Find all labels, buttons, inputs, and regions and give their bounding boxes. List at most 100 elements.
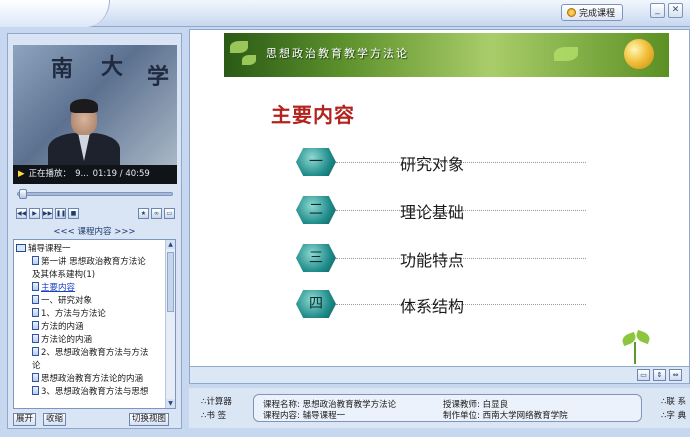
player-controls: ◀◀ ▶ ▶▶ ❚❚ ■ ★ ∞ ▭ [14, 208, 178, 221]
tree-item[interactable]: 思想政治教育方法论的内涵 [32, 372, 143, 384]
outline-label: 理论基础 [400, 203, 465, 222]
tree-item[interactable]: 1、方法与方法论 [32, 307, 106, 319]
top-tab [0, 0, 110, 27]
hexagon-number: 三 [296, 244, 336, 272]
slide-area: 思想政治教育教学方法论 主要内容 一 研究对象 二 理论基础 三 功能特点 四 … [189, 29, 690, 367]
course-content-heading: <<< 课程内容 >>> [53, 227, 136, 237]
page-leftright-icon[interactable]: ⇔ [669, 369, 682, 381]
wall-char: 学 [147, 64, 170, 90]
leaf-decoration [554, 47, 578, 61]
finish-course-label: 完成课程 [579, 9, 616, 19]
tree-scrollbar[interactable]: ▲ ▼ [165, 240, 175, 408]
tree-item[interactable]: 一、研究对象 [32, 294, 92, 306]
collapse-button[interactable]: 收缩 [43, 413, 67, 426]
expand-button[interactable]: 展开 [13, 413, 37, 426]
stop-icon[interactable]: ■ [68, 208, 79, 219]
document-icon [32, 321, 39, 330]
finish-course-button[interactable]: 完成课程 [561, 4, 623, 21]
leaf-decoration [230, 41, 248, 53]
play-icon[interactable]: ▶ [29, 208, 40, 219]
tree-item-label: 主要内容 [41, 283, 76, 293]
tree-item[interactable]: 辅导课程一 [16, 242, 71, 254]
course-info-bar: ∴计算器 ∴书 签 课程名称: 思想政治教育教学方法论 课程内容: 辅导课程一 … [189, 388, 690, 428]
contact-label: 联 系 [666, 397, 687, 407]
outline-row: 二 理论基础 [296, 196, 586, 226]
close-button[interactable]: ✕ [668, 3, 683, 18]
forward-icon[interactable]: ▶▶ [42, 208, 53, 219]
sprout-leaf [634, 329, 652, 345]
tree-item[interactable]: 第一讲 思想政治教育方法论 [32, 255, 146, 267]
hexagon-number: 四 [296, 290, 336, 318]
tree-item-label: 方法论的内涵 [41, 335, 93, 345]
course-info-box: 课程名称: 思想政治教育教学方法论 课程内容: 辅导课程一 授课教师: 白显良 … [253, 394, 642, 422]
tree-item[interactable]: 论 [32, 359, 41, 371]
document-icon [32, 295, 39, 304]
top-toolbar: 完成课程 _ ✕ [0, 0, 690, 27]
outline-row: 四 体系结构 [296, 290, 586, 320]
tree-item[interactable]: 及其体系建构(1) [32, 268, 95, 280]
document-icon [32, 256, 39, 265]
outline-label: 体系结构 [400, 297, 465, 316]
wall-char: 大 [101, 54, 124, 80]
scroll-up-icon[interactable]: ▲ [166, 240, 175, 249]
page-updown-icon[interactable]: ⇕ [653, 369, 666, 381]
slide-nav-bar: ▭ ⇕ ⇔ [189, 367, 690, 384]
switch-view-button[interactable]: 切换视图 [129, 413, 170, 426]
bookmark-label: 书 签 [206, 411, 227, 421]
bookmark-link[interactable]: ∴书 签 [201, 409, 226, 421]
pause-icon[interactable]: ❚❚ [55, 208, 66, 219]
slide-title: 主要内容 [271, 103, 355, 127]
tree-item-label: 3、思想政治教育方法与思想 [41, 387, 149, 397]
dictionary-link[interactable]: ∴字 典 [661, 409, 686, 421]
tree-buttons: 展开 收缩 切换视图 [13, 413, 178, 426]
tree-item-label: 1、方法与方法论 [41, 309, 106, 319]
document-icon [32, 334, 39, 343]
hexagon-number: 二 [296, 196, 336, 224]
rewind-icon[interactable]: ◀◀ [16, 208, 27, 219]
calculator-link[interactable]: ∴计算器 [201, 395, 232, 407]
window-mode-icon[interactable]: ▭ [637, 369, 650, 381]
tree-item-label: 及其体系建构(1) [32, 270, 96, 280]
scroll-thumb[interactable] [167, 252, 174, 312]
book-icon [16, 244, 26, 252]
tree-item-label: 论 [32, 361, 41, 371]
production-unit: 制作单位: 西南大学网络教育学院 [443, 411, 568, 421]
contact-link[interactable]: ∴联 系 [661, 395, 686, 407]
star-icon[interactable]: ★ [138, 208, 149, 219]
tree-item[interactable]: 2、思想政治教育方法与方法 [32, 346, 148, 358]
seek-bar[interactable] [17, 189, 173, 199]
playback-status: ▶ 正在播放： 9... 01:19 / 40:59 [13, 165, 177, 184]
globe-icon [624, 39, 654, 69]
tree-item[interactable]: 方法论的内涵 [32, 333, 92, 345]
tree-item[interactable]: 方法的内涵 [32, 320, 84, 332]
document-icon [32, 373, 39, 382]
tree-item[interactable]: 主要内容 [32, 281, 75, 293]
video-player[interactable]: 南 大 学 ▶ 正在播放： 9... 01:19 / 40:59 [13, 45, 177, 184]
left-panel: 南 大 学 ▶ 正在播放： 9... 01:19 / 40:59 ◀◀ ▶ ▶▶… [7, 33, 182, 429]
seek-handle[interactable] [19, 189, 27, 199]
slide-banner: 思想政治教育教学方法论 [224, 33, 669, 77]
loop-icon[interactable]: ∞ [151, 208, 162, 219]
document-icon [32, 347, 39, 356]
status-text: 9... [75, 169, 89, 179]
sprout-decoration [620, 329, 652, 366]
play-indicator-icon: ▶ [18, 169, 25, 179]
outline-row: 三 功能特点 [296, 244, 586, 274]
tree-item-label: 辅导课程一 [28, 244, 71, 254]
calculator-label: 计算器 [206, 397, 232, 407]
tree-item[interactable]: 3、思想政治教育方法与思想 [32, 385, 148, 397]
star-icon [567, 8, 576, 17]
fullscreen-icon[interactable]: ▭ [164, 208, 175, 219]
minimize-button[interactable]: _ [650, 3, 665, 18]
tree-item-label: 2、思想政治教育方法与方法 [41, 348, 149, 358]
tree-item-label: 思想政治教育方法论的内涵 [41, 374, 144, 384]
scroll-down-icon[interactable]: ▼ [166, 399, 175, 408]
course-content: 课程内容: 辅导课程一 [263, 411, 346, 421]
tree-item-label: 方法的内涵 [41, 322, 84, 332]
document-icon [32, 282, 39, 291]
tree-item-label: 第一讲 思想政治教育方法论 [41, 257, 146, 267]
dictionary-label: 字 典 [666, 411, 687, 421]
hexagon-number: 一 [296, 148, 336, 176]
leaf-decoration [242, 55, 256, 65]
tree-item-label: 一、研究对象 [41, 296, 93, 306]
